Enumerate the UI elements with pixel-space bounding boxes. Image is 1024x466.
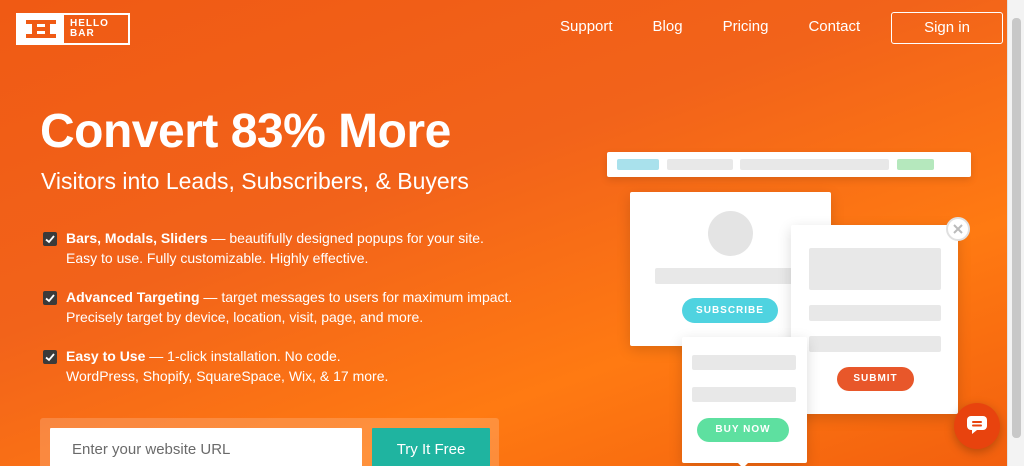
chat-icon [966,415,988,438]
sign-in-button[interactable]: Sign in [891,12,1003,44]
browser-button-shape [897,159,934,170]
page-scrollbar[interactable] [1007,0,1024,466]
illustration-browser-bar [607,152,971,177]
feature-text: — target messages to users for maximum i… [199,289,513,305]
feature-detail: Easy to use. Fully customizable. Highly … [66,250,369,266]
scrollbar-thumb[interactable] [1012,18,1021,438]
feature-detail: Precisely target by device, location, vi… [66,309,424,325]
placeholder-bar [809,305,941,321]
placeholder-bar [655,268,806,284]
feature-title: Easy to Use [66,348,146,364]
placeholder-bar [692,355,796,370]
logo-h-icon [18,15,64,43]
chat-button[interactable] [954,403,1000,449]
feature-text: — beautifully designed popups for your s… [207,230,484,246]
try-it-free-button[interactable]: Try It Free [372,428,490,466]
close-icon [946,217,970,241]
illustration-form-card: SUBMIT [791,225,958,414]
placeholder-bar [809,336,941,352]
nav-support[interactable]: Support [560,17,613,37]
signup-form: Try It Free [40,418,499,466]
browser-tab-shape [667,159,733,170]
feature-text: — 1-click installation. No code. [145,348,341,364]
placeholder-bar [809,248,941,290]
logo-text-bar: BAR [70,28,95,39]
feature-item: Advanced Targeting — target messages to … [43,287,533,327]
browser-tab-shape [617,159,659,170]
checkbox-icon [43,350,57,364]
nav-pricing[interactable]: Pricing [723,17,769,37]
nav-blog[interactable]: Blog [653,17,683,37]
avatar-placeholder [708,211,753,256]
pointer-triangle [736,461,750,466]
hello-bar-logo[interactable]: HELLO BAR [16,13,130,45]
feature-title: Bars, Modals, Sliders [66,230,208,246]
illustration-slider-card: BUY NOW [682,337,807,463]
feature-item: Bars, Modals, Sliders — beautifully desi… [43,228,533,268]
feature-detail: WordPress, Shopify, SquareSpace, Wix, & … [66,368,389,384]
feature-list: Bars, Modals, Sliders — beautifully desi… [43,228,533,405]
buy-now-pill: BUY NOW [697,418,789,442]
website-url-input[interactable] [50,428,362,466]
nav-contact[interactable]: Contact [808,17,860,37]
hero-subhead: Visitors into Leads, Subscribers, & Buye… [41,168,469,194]
top-nav: Support Blog Pricing Contact [560,17,900,37]
submit-pill: SUBMIT [837,367,914,391]
hero-headline: Convert 83% More [40,105,451,158]
checkbox-icon [43,232,57,246]
feature-title: Advanced Targeting [66,289,200,305]
checkbox-icon [43,291,57,305]
subscribe-pill: SUBSCRIBE [682,298,778,323]
placeholder-bar [692,387,796,402]
feature-item: Easy to Use — 1-click installation. No c… [43,346,533,386]
browser-url-shape [740,159,889,170]
